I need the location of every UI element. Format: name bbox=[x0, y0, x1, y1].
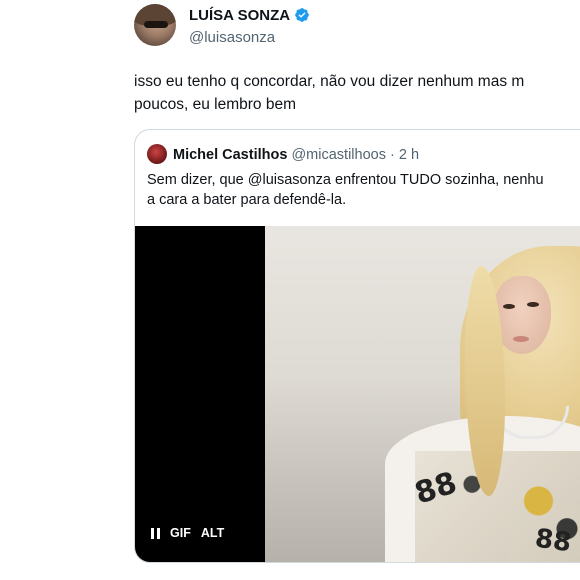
shirt-number-2: 88 bbox=[533, 523, 574, 559]
quoted-author-avatar[interactable] bbox=[147, 144, 167, 164]
author-avatar[interactable] bbox=[134, 4, 176, 46]
author-name[interactable]: LUÍSA SONZA bbox=[189, 7, 290, 24]
quoted-tweet-text: Sem dizer, que @luisasonza enfrentou TUD… bbox=[147, 172, 544, 208]
alt-badge[interactable]: ALT bbox=[201, 526, 224, 540]
left-eye bbox=[503, 304, 515, 309]
quoted-tweet-card[interactable]: Michel Castilhos @micastilhoos · 2 h Sem… bbox=[134, 129, 580, 563]
lips bbox=[513, 336, 529, 342]
author-handle[interactable]: @luisasonza bbox=[189, 29, 275, 46]
media-controls: GIF ALT bbox=[151, 526, 224, 540]
gif-frame-image: 88 88 bbox=[265, 226, 580, 562]
gif-badge: GIF bbox=[170, 526, 191, 540]
author-name-row[interactable]: LUÍSA SONZA bbox=[189, 7, 310, 24]
verified-badge-icon bbox=[295, 8, 309, 22]
quoted-author-name[interactable]: Michel Castilhos bbox=[173, 147, 287, 163]
avatar-sunglasses bbox=[144, 21, 168, 28]
right-eye bbox=[527, 302, 539, 307]
separator-dot: · bbox=[389, 147, 395, 163]
tweet-text: isso eu tenho q concordar, não vou dizer… bbox=[134, 73, 525, 113]
quoted-author-handle[interactable]: @micastilhoos bbox=[291, 147, 386, 163]
quoted-tweet-gif[interactable]: 88 88 GIF ALT bbox=[135, 226, 580, 562]
pause-icon[interactable] bbox=[151, 527, 160, 539]
quoted-tweet-time[interactable]: 2 h bbox=[399, 147, 419, 163]
quoted-tweet-header: Michel Castilhos @micastilhoos · 2 h bbox=[147, 144, 419, 164]
